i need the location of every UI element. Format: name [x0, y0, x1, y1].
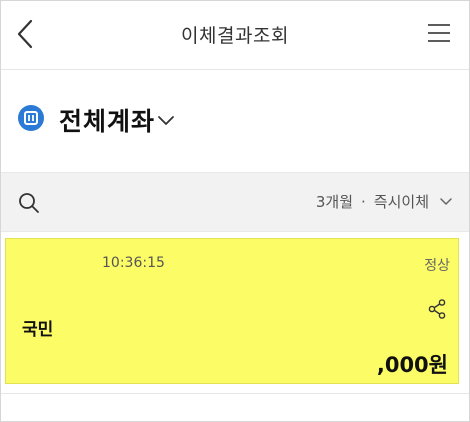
account-selector[interactable]: 전체계좌 [1, 70, 469, 172]
bank-logo-icon [18, 105, 44, 131]
filter-type: 즉시이체 [373, 193, 429, 211]
transfer-amount: ,000원 [376, 353, 448, 377]
hamburger-menu-icon [428, 24, 450, 42]
app-screen: 이체결과조회 전체계좌 3개월 · 즉시이체 10:36:15 정상 국민 ,0… [0, 0, 470, 422]
filter-bar: 3개월 · 즉시이체 [1, 172, 469, 232]
filter-separator: · [361, 193, 366, 211]
recipient-bank: 국민 [22, 320, 54, 340]
filter-period: 3개월 [315, 193, 354, 211]
divider [1, 393, 469, 394]
filter-summary[interactable]: 3개월 · 즉시이체 [316, 191, 429, 212]
menu-button[interactable] [427, 21, 451, 45]
transaction-time: 10:36:15 [102, 255, 165, 271]
chevron-down-icon[interactable] [439, 195, 453, 209]
status-badge: 정상 [424, 258, 450, 274]
search-icon[interactable] [17, 191, 41, 215]
header-bar: 이체결과조회 [1, 1, 469, 70]
page-title: 이체결과조회 [181, 25, 289, 47]
transaction-card[interactable]: 10:36:15 정상 국민 ,000원 [5, 238, 459, 384]
share-icon[interactable] [428, 299, 446, 319]
chevron-down-icon[interactable] [156, 110, 176, 130]
account-label: 전체계좌 [59, 107, 156, 136]
